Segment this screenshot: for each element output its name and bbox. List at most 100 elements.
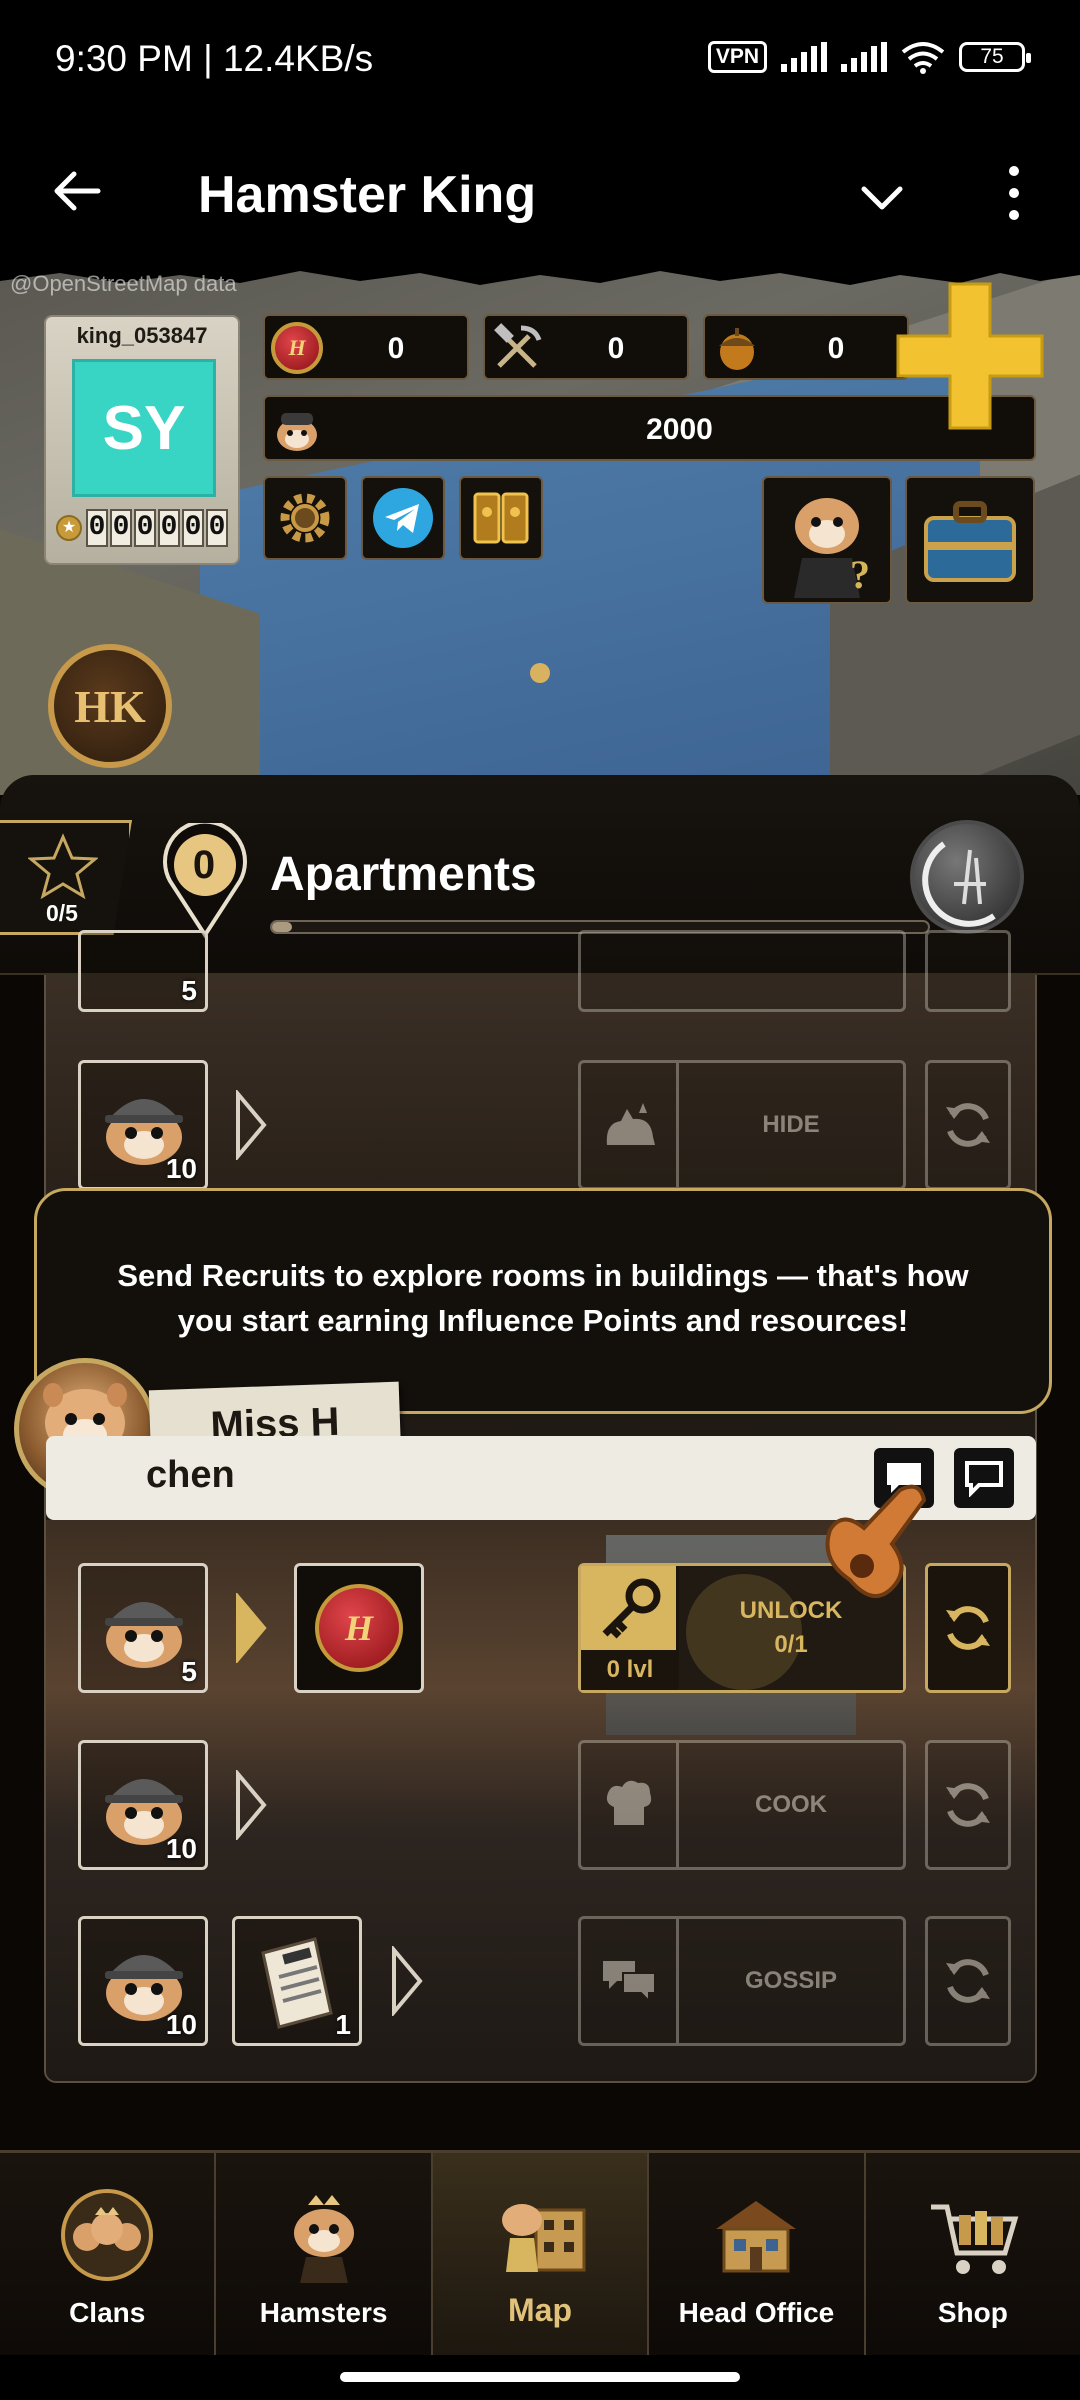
player-id: ★ 0 0 0 0 0 0 [56,509,228,547]
map-icon [490,2180,590,2280]
add-plus-icon[interactable] [892,278,1048,434]
hide-action-button[interactable]: HIDE [578,1060,906,1190]
nav-label: Map [508,2292,573,2328]
arrow-right-icon [236,1770,267,1840]
tooltip-text: Send Recruits to explore rooms in buildi… [117,1258,969,1338]
id-digits: 0 0 0 0 0 0 [86,509,228,547]
nav-label: Shop [937,2297,1008,2328]
star-icon [28,833,98,899]
recruit-count: 5 [181,1656,197,1687]
stars-count: 0/5 [46,900,78,926]
acorns-value: 0 [827,332,845,365]
nav-hamsters[interactable]: Hamsters [216,2153,433,2355]
recruit-slot[interactable]: 10 [78,1916,208,2046]
recruit-slot[interactable]: 5 [78,930,208,1012]
hammer-pickaxe-icon [494,323,542,368]
coins-value: 0 [387,332,405,365]
gold-cards-icon [473,492,529,544]
clans-icon [57,2185,157,2285]
vpn-indicator: VPN [707,41,767,73]
svg-text:?: ? [850,552,870,597]
cat-icon [606,1103,655,1145]
action-label: HIDE [762,1111,820,1138]
refresh-button[interactable] [925,1916,1011,2046]
telegram-button[interactable] [361,476,445,560]
username: king_053847 [76,323,208,348]
tutorial-tooltip[interactable]: Send Recruits to explore rooms in buildi… [34,1188,1052,1414]
nav-shop[interactable]: Shop [866,2153,1080,2355]
recruit-count: 5 [181,975,197,1006]
signal-icon-2 [841,42,887,72]
status-icons: VPN 75 [707,40,1031,74]
gear-icon [280,493,330,543]
more-options-icon[interactable] [1000,163,1028,223]
room-action-partial[interactable] [578,930,906,1012]
map-marker[interactable] [530,663,550,683]
hamster-king-logo[interactable]: HK [48,644,172,768]
gossip-action-button[interactable]: GOSSIP [578,1916,906,2046]
wifi-icon [901,42,945,74]
hamster-coin-icon: H [271,322,323,374]
status-bar: 9:30 PM | 12.4KB/s VPN 75 [0,0,1080,125]
arrow-right-icon [392,1946,423,2016]
recruit-count: 10 [165,2009,197,2040]
building-switch-button[interactable] [910,820,1024,934]
battery-indicator: 75 [959,42,1031,72]
key-icon [602,1578,661,1639]
back-arrow-icon[interactable] [50,165,102,217]
recruit-slot[interactable]: 5 [78,1563,208,1693]
refresh-button[interactable] [925,1740,1011,1870]
arrow-right-icon [236,1090,267,1160]
refresh-button-partial[interactable] [925,930,1011,1012]
hamster-coin-icon: H [315,1584,403,1672]
nav-head-office[interactable]: Head Office [649,2153,866,2355]
cook-action-button[interactable]: COOK [578,1740,906,1870]
action-icon-box [581,1063,679,1187]
profile-card[interactable]: king_053847 SY ★ 0 0 0 0 0 0 [44,315,240,565]
tools-counter[interactable]: 0 [483,314,689,380]
chat-button[interactable] [954,1448,1014,1508]
newspaper-icon [261,1937,333,2029]
item-slot[interactable]: 1 [232,1916,362,2046]
building-name: Apartments [270,848,537,901]
recruit-count: 10 [165,1153,197,1184]
signal-icon [781,42,827,72]
speech-bubbles-icon [602,1961,656,2004]
settings-button[interactable] [263,476,347,560]
id-digit: 0 [134,509,156,547]
help-character-button[interactable]: ? [762,476,892,604]
telegram-icon [373,488,433,548]
chef-hat-icon [606,1780,651,1825]
chevron-down-icon[interactable] [858,173,906,221]
app-title: Hamster King [198,166,537,224]
building-level: 0 [192,843,216,887]
nav-clans[interactable]: Clans [0,2153,217,2355]
acorns-counter[interactable]: 0 [703,314,909,380]
home-indicator[interactable] [340,2372,740,2382]
refresh-icon [946,1103,990,1147]
chat-bubble-icon [965,1461,1003,1497]
nav-label: Head Office [678,2297,835,2328]
star-coin-icon: ★ [56,515,82,541]
avatar[interactable]: SY [72,359,216,497]
hamster-help-icon: ? [794,498,870,598]
bottom-nav: Clans Hamsters Map Head Office Shop [0,2150,1080,2355]
room-title: chen [146,1454,235,1496]
action-icon-box [581,1743,679,1867]
recruit-slot[interactable]: 10 [78,1060,208,1190]
reward-slot[interactable]: H [294,1563,424,1693]
inventory-button[interactable] [905,476,1035,604]
refresh-button[interactable] [925,1060,1011,1190]
rewards-button[interactable] [459,476,543,560]
recruit-slot[interactable]: 10 [78,1740,208,1870]
id-digit: 0 [182,509,204,547]
refresh-icon [946,1783,990,1827]
progress-fill [272,922,292,932]
recruit-count: 10 [165,1833,197,1864]
shop-cart-icon [923,2185,1023,2285]
nav-map[interactable]: Map [432,2153,650,2355]
action-label: COOK [755,1791,827,1818]
coins-counter[interactable]: H 0 [263,314,469,380]
suitcase-icon [924,501,1016,582]
hamster-icon [274,2185,374,2285]
